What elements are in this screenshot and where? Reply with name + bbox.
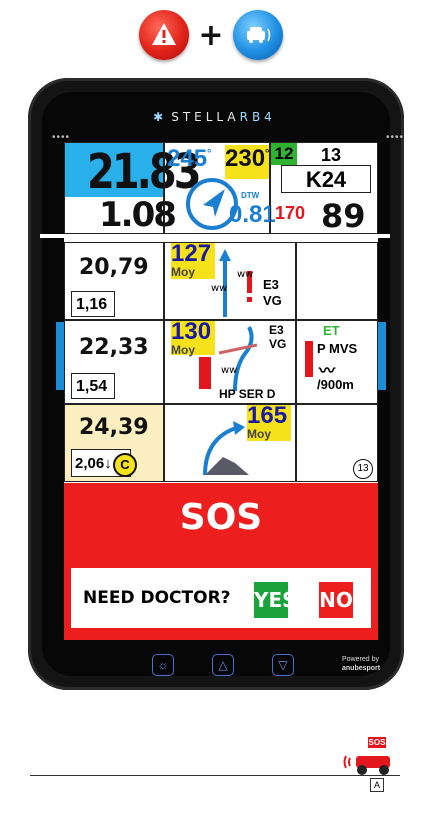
speed-limit: 170 <box>275 203 306 223</box>
plus-sign: + <box>198 18 224 53</box>
sos-badge: SOS <box>368 737 386 748</box>
roadbook-row-1-distance[interactable]: 20,79 1,16 <box>64 242 164 320</box>
roadbook-row-1-tulip[interactable]: 127 Moy ww ww E3 VG <box>164 242 296 320</box>
waypoint-index: 12 <box>271 143 297 165</box>
car-button[interactable] <box>233 10 283 60</box>
row-note-1: E3 <box>263 277 279 292</box>
roadbook-row-3-distance[interactable]: 24,39 2,06↓ C <box>64 404 164 482</box>
footer-line <box>30 775 400 776</box>
row-distance: 24,39 <box>79 415 149 440</box>
row-note-1: E3 <box>269 323 284 337</box>
roadbook-row-2-tulip[interactable]: 130 Moy ww E3 VG HP SER D <box>164 320 296 404</box>
heading-target: 230° <box>225 145 269 179</box>
sos-label: SOS <box>179 497 263 538</box>
roadbook-row-1-notes[interactable] <box>296 242 378 320</box>
row-number-badge: 13 <box>353 459 373 479</box>
distance-panel: 21.83 1.08 <box>64 142 202 235</box>
powered-label: Powered by <box>342 656 379 663</box>
waypoint-total: 13 <box>321 145 342 165</box>
row-heading-sub: Moy <box>247 427 271 441</box>
svg-text:ww: ww <box>211 283 227 294</box>
side-title: ET <box>323 323 340 338</box>
dtw-label: DTW <box>241 191 260 200</box>
row-heading: 165 <box>247 402 288 429</box>
dtw-value: 0.81 <box>229 201 276 228</box>
roadbook-row-2-distance[interactable]: 22,33 1,54 <box>64 320 164 404</box>
roadbook-row-3-tulip[interactable]: 165 Moy <box>164 404 296 482</box>
row-heading-box: 165 Moy <box>247 402 291 441</box>
warning-button[interactable] <box>139 10 189 60</box>
scroll-up-button[interactable]: △ <box>212 654 234 676</box>
sos-banner: SOS <box>64 483 378 563</box>
doctor-panel: NEED DOCTOR? YES NO <box>64 563 378 640</box>
vehicle-icon <box>343 755 390 775</box>
current-speed: 89 <box>321 197 366 235</box>
combination-header: + <box>0 10 429 60</box>
stella-logo-icon: ✱ <box>153 110 168 124</box>
brightness-button[interactable]: ☼ <box>152 654 174 676</box>
row-note-3: HP SER D <box>219 387 276 401</box>
danger-mark <box>305 341 313 377</box>
heading-panel: 245° 230° DTW 0.81 <box>164 142 276 234</box>
no-button[interactable]: NO <box>319 582 353 618</box>
tulip-diagram-icon: ww ww <box>211 249 253 317</box>
yes-button[interactable]: YES <box>254 582 297 618</box>
tulip-diagram-icon <box>203 421 249 476</box>
roadbook-row-3-notes[interactable]: 13 <box>296 404 378 482</box>
row-note-2: VG <box>263 293 282 308</box>
roadbook-row-2-notes[interactable]: ET P MVS 〰 /900m <box>296 320 378 404</box>
row-distance: 22,33 <box>79 335 149 360</box>
active-row-marker-right <box>377 322 386 390</box>
svg-text:ww: ww <box>237 269 253 280</box>
doctor-prompt: NEED DOCTOR? YES NO <box>71 568 371 628</box>
row-note-2: VG <box>269 337 287 351</box>
zone-code: K24 <box>281 165 371 193</box>
doctor-question: NEED DOCTOR? <box>83 588 231 608</box>
heading-gps: 245° <box>167 145 212 172</box>
status-dots-right: •••• <box>386 132 405 143</box>
powered-brand: anubesport <box>342 665 381 672</box>
side-note-2: /900m <box>317 377 354 392</box>
side-note-1: P MVS <box>317 341 358 356</box>
brand-logo: ✱ STELLARB4 <box>153 110 276 124</box>
triangle-up-icon: △ <box>218 658 228 672</box>
row-partial: 1,16 <box>71 291 115 317</box>
warning-icon <box>152 23 176 45</box>
row-partial: 1,54 <box>71 373 115 399</box>
sun-icon: ☼ <box>157 658 169 672</box>
triangle-down-icon: ▽ <box>278 658 288 672</box>
car-icon <box>247 27 271 43</box>
caution-marker: C <box>113 453 137 477</box>
waypoint-panel: 12 13 K24 170 89 <box>270 142 378 235</box>
scroll-down-button[interactable]: ▽ <box>272 654 294 676</box>
powered-by: Powered by anubesport <box>342 655 380 673</box>
row-distance: 20,79 <box>79 255 149 280</box>
marker-badge: A <box>370 778 384 792</box>
svg-text:ww: ww <box>221 365 237 376</box>
